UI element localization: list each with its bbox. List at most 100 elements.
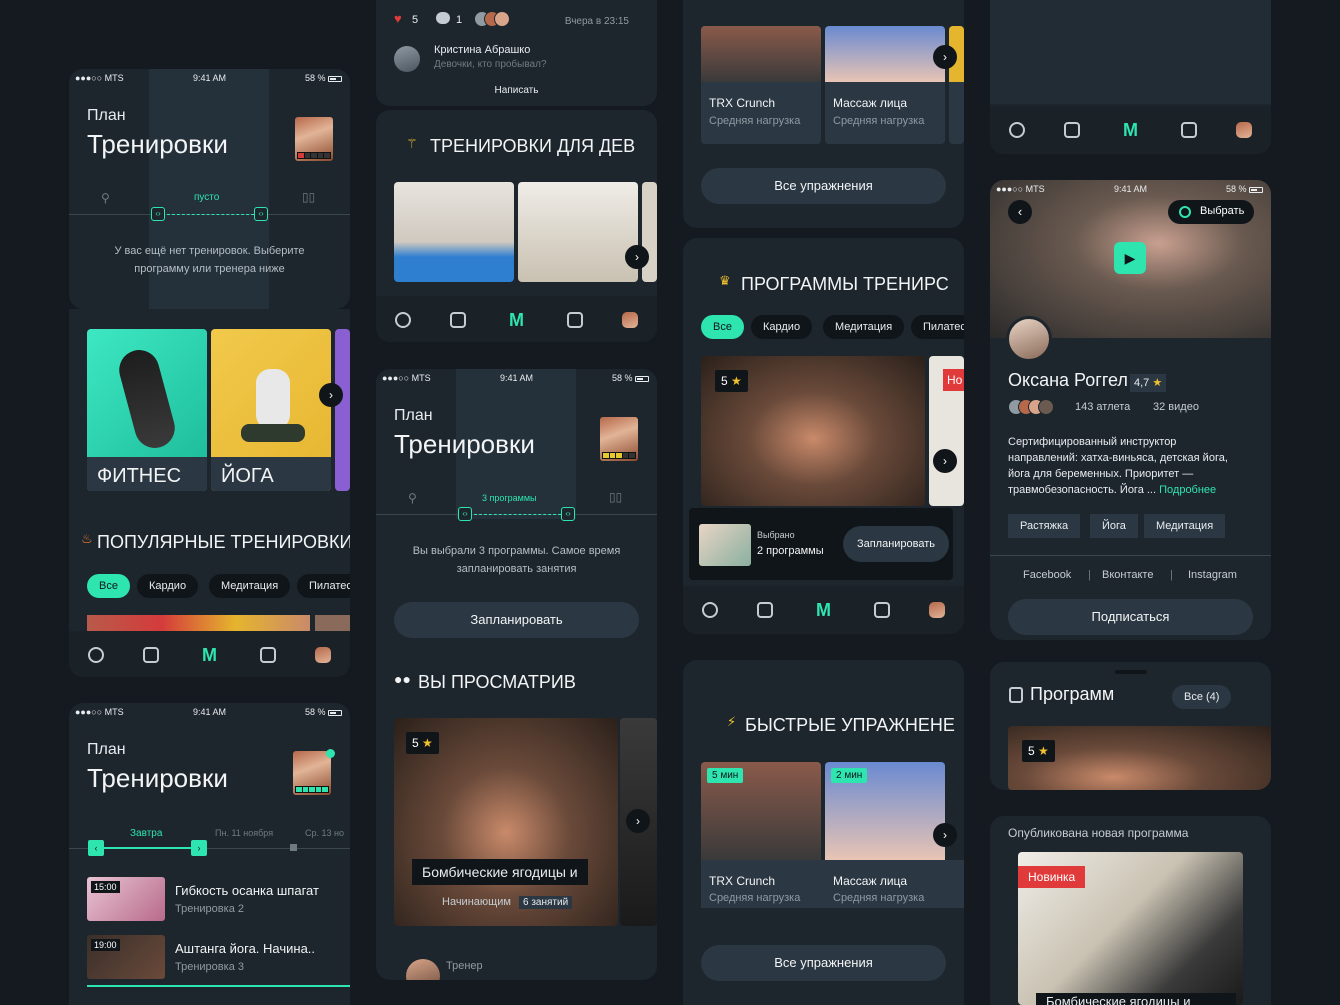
clock: 9:41 AM: [192, 73, 227, 83]
chevron-right-icon[interactable]: ›: [933, 449, 957, 473]
chip-cardio[interactable]: Кардио: [137, 574, 199, 598]
trainer-icon[interactable]: [1009, 122, 1026, 138]
workout-photo[interactable]: [642, 182, 657, 282]
workout-time: 19:00: [91, 939, 120, 951]
chip-cardio[interactable]: Кардио: [751, 315, 813, 339]
chip-pilates[interactable]: Пилатес: [911, 315, 964, 339]
logo-icon[interactable]: M: [197, 646, 221, 664]
profile-avatar[interactable]: [295, 117, 333, 161]
chevron-right-icon[interactable]: ›: [625, 245, 649, 269]
notification-dot: [326, 749, 335, 758]
drag-handle[interactable]: [1115, 670, 1147, 674]
list-icon[interactable]: [756, 602, 773, 618]
profile-icon[interactable]: [314, 647, 331, 663]
more-link[interactable]: Подробнее: [1159, 484, 1216, 496]
bottom-nav: M: [683, 586, 964, 634]
selected-label: Выбрано: [757, 530, 795, 540]
range-handle-left[interactable]: ‹: [88, 840, 104, 856]
new-program-card: Опубликована новая программа Новинка Бом…: [990, 816, 1271, 1005]
exercise-sub: Средняя нагрузка: [709, 892, 801, 904]
list-icon[interactable]: [449, 312, 466, 328]
range-handle-right[interactable]: ‹›: [254, 207, 268, 221]
vk-link[interactable]: Вконтакте: [1102, 569, 1153, 581]
workout-row[interactable]: 19:00 Аштанга йога. Начина.. Тренировка …: [87, 935, 350, 981]
date-tomorrow[interactable]: Завтра: [130, 828, 162, 839]
all-exercises-button[interactable]: Все упражнения: [701, 168, 946, 204]
logo-icon[interactable]: M: [504, 311, 528, 329]
workout-title: Гибкость осанка шпагат: [175, 883, 319, 898]
circle-icon: [1179, 206, 1191, 218]
tag-yoga[interactable]: Йога: [1090, 514, 1138, 538]
schedule-button[interactable]: Запланировать: [394, 602, 639, 638]
list-icon[interactable]: [142, 647, 159, 663]
instagram-link[interactable]: Instagram: [1188, 569, 1237, 581]
exercise-card[interactable]: TRX Crunch Средняя нагрузка: [701, 26, 821, 144]
logo-icon[interactable]: M: [811, 601, 835, 619]
category-label: ЙОГА: [211, 457, 331, 491]
chip-all[interactable]: Все: [701, 315, 744, 339]
trainer-icon[interactable]: [88, 647, 105, 663]
profile-icon[interactable]: [1235, 122, 1252, 138]
status-bar: ●●●○○ MTS 9:41 AM 58 %: [69, 703, 350, 721]
chevron-right-icon[interactable]: ›: [319, 383, 343, 407]
write-button[interactable]: Написать: [376, 85, 657, 96]
avatar: [394, 46, 420, 72]
clipboard-icon[interactable]: [874, 602, 891, 618]
tag-meditation[interactable]: Медитация: [1144, 514, 1226, 538]
heart-icon[interactable]: ♥: [394, 11, 402, 26]
workout-row[interactable]: 15:00 Гибкость осанка шпагат Тренировка …: [87, 877, 350, 923]
logo-icon[interactable]: M: [1118, 121, 1142, 139]
rating-badge: 5 ★: [715, 370, 748, 392]
chevron-right-icon[interactable]: ›: [933, 45, 957, 69]
trainer-icon[interactable]: [395, 312, 412, 328]
chip-pilates[interactable]: Пилатес: [297, 574, 350, 598]
date-wednesday[interactable]: Ср. 13 но: [305, 828, 344, 838]
exercise-sub: Средняя нагрузка: [833, 115, 925, 127]
clipboard-icon[interactable]: [1181, 122, 1198, 138]
exercise-title: TRX Crunch: [709, 96, 776, 110]
date-monday[interactable]: Пн. 11 ноября: [215, 828, 273, 838]
workout-photo[interactable]: [518, 182, 638, 282]
category-fitness[interactable]: ФИТНЕС: [87, 329, 207, 491]
category-next[interactable]: [335, 329, 350, 491]
list-icon[interactable]: [1063, 122, 1080, 138]
chip-meditation[interactable]: Медитация: [209, 574, 291, 598]
facebook-link[interactable]: Facebook: [1023, 569, 1071, 581]
profile-avatar[interactable]: [600, 417, 638, 461]
tag-stretching[interactable]: Растяжка: [1008, 514, 1081, 538]
clipboard-icon[interactable]: [567, 312, 584, 328]
profile-icon[interactable]: [928, 602, 945, 618]
chip-meditation[interactable]: Медитация: [823, 315, 905, 339]
athletes-count: 143 атлета: [1075, 401, 1131, 413]
trainer-icon[interactable]: [702, 602, 719, 618]
range-handle-right[interactable]: ‹›: [561, 507, 575, 521]
clipboard-icon[interactable]: [260, 647, 277, 663]
back-button[interactable]: ‹: [1008, 200, 1032, 224]
exercise-card-next[interactable]: [949, 26, 964, 144]
trainer-name: Оксана Роггел: [1008, 370, 1128, 390]
choose-button[interactable]: Выбрать: [1168, 200, 1254, 224]
range-handle-left[interactable]: ‹›: [151, 207, 165, 221]
comment-icon[interactable]: [436, 12, 450, 24]
schedule-button[interactable]: Запланировать: [843, 526, 949, 562]
range-handle-right[interactable]: ›: [191, 840, 207, 856]
trainer-avatar: [1006, 316, 1052, 362]
all-exercises-button[interactable]: Все упражнения: [701, 945, 946, 981]
chevron-right-icon[interactable]: ›: [626, 809, 650, 833]
category-yoga[interactable]: ЙОГА: [211, 329, 331, 491]
page-title: Тренировки: [394, 429, 535, 459]
workout-photo[interactable]: [394, 182, 514, 282]
profile-avatar[interactable]: [293, 751, 331, 795]
range-dash: [474, 514, 566, 515]
new-badge: Но: [943, 369, 964, 391]
chip-all[interactable]: Все: [87, 574, 130, 598]
play-icon[interactable]: ▶: [1114, 242, 1146, 274]
avatar-stack: [474, 11, 510, 27]
range-handle-left[interactable]: ‹›: [458, 507, 472, 521]
profile-icon[interactable]: [621, 312, 638, 328]
battery: 58 %: [305, 73, 342, 83]
subscribe-button[interactable]: Подписаться: [1008, 599, 1253, 635]
exercise-card[interactable]: Массаж лица Средняя нагрузка: [825, 26, 945, 144]
chevron-right-icon[interactable]: ›: [933, 823, 957, 847]
all-programs-button[interactable]: Все (4): [1172, 685, 1232, 709]
